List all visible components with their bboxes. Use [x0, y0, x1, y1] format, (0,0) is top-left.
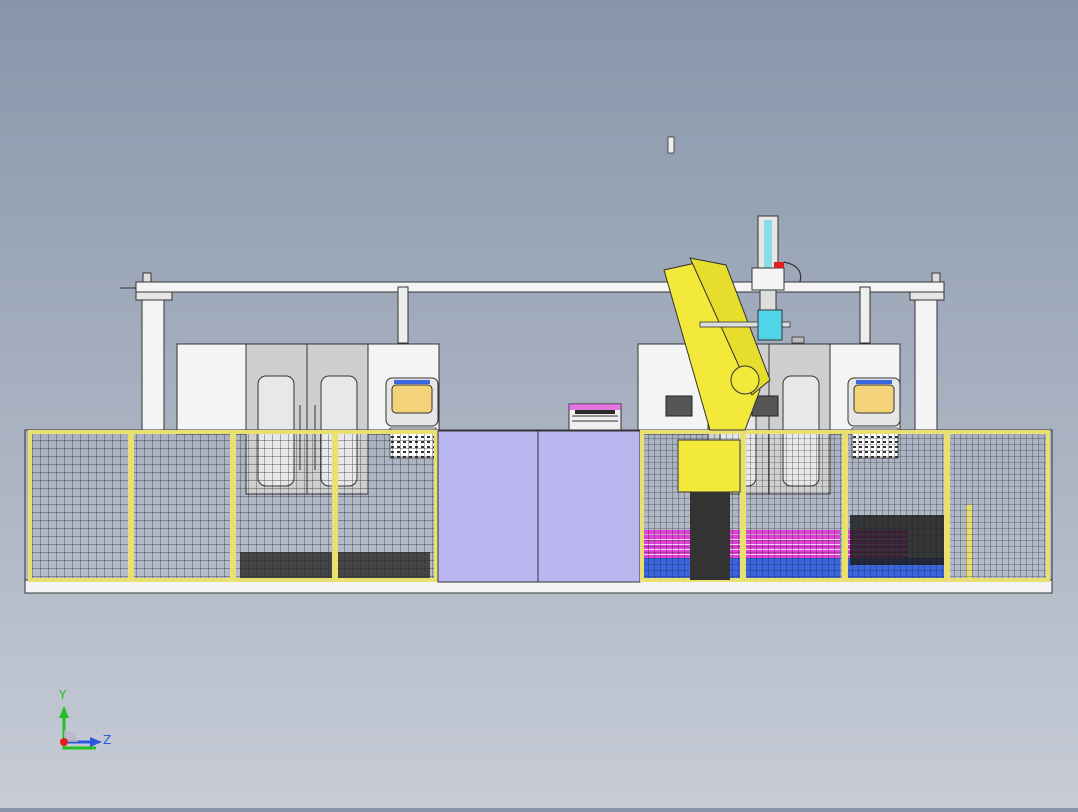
fence-panel: [334, 430, 438, 582]
axis-z-label: Z: [103, 733, 112, 747]
fence-panel: [232, 430, 336, 582]
fence-panel: [742, 430, 846, 582]
fence-opening-right: [537, 430, 641, 583]
axis-triad: [59, 706, 102, 750]
center-conveyor: [568, 403, 622, 433]
fence-panel: [844, 430, 948, 582]
safety-fence: [24, 429, 1053, 583]
fence-opening-left: [437, 430, 539, 583]
fence-panel: [946, 430, 1050, 582]
cad-viewport[interactable]: Y Z: [0, 0, 1078, 808]
fence-panel: [28, 430, 132, 582]
fence-panel: [130, 430, 234, 582]
axis-y-label: Y: [59, 688, 67, 702]
cad-drawing: [24, 136, 1053, 750]
